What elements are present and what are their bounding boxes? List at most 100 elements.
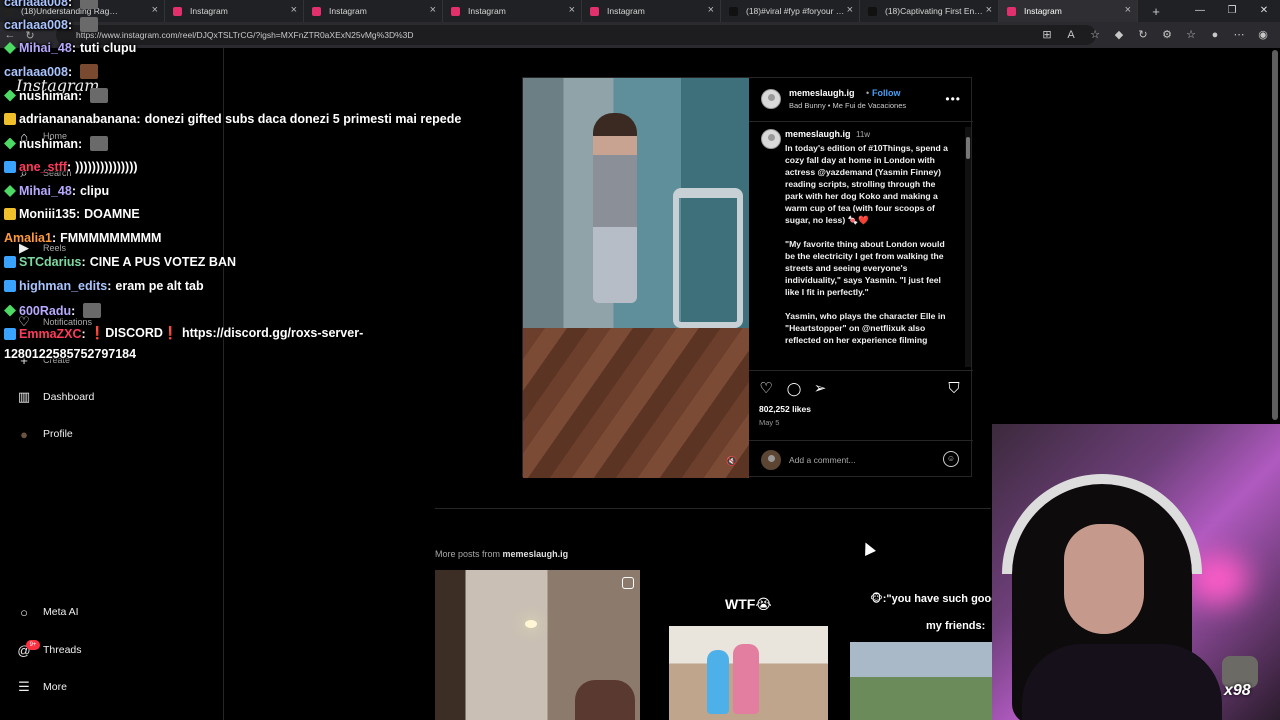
avatar[interactable] xyxy=(761,129,781,149)
mouse-cursor xyxy=(860,540,876,556)
copilot-icon[interactable]: ◉ xyxy=(1256,26,1270,44)
close-icon[interactable]: × xyxy=(986,4,992,16)
close-window-icon[interactable]: ✕ xyxy=(1248,0,1280,22)
tab-title: (18)Captivating First Encou xyxy=(885,6,985,16)
browser-tab[interactable]: Instagram × xyxy=(582,0,721,22)
caption-scrollbar[interactable] xyxy=(965,127,971,367)
menu-icon: ☰ xyxy=(18,679,30,694)
instagram-icon xyxy=(1007,6,1016,16)
heart-icon[interactable]: ♡ xyxy=(757,380,775,398)
close-icon[interactable]: × xyxy=(1125,4,1131,16)
tab-title: (18)Understanding Ragdoll xyxy=(21,6,121,16)
caption-area: memeslaugh.ig 11w In today's edition of … xyxy=(749,123,973,371)
sidebar-item-label: Threads xyxy=(43,644,82,656)
dashboard-icon: ▥ xyxy=(17,389,31,404)
sidebar-item-search[interactable]: ⌕ Search xyxy=(16,163,72,183)
share-icon[interactable]: ➢ xyxy=(811,380,829,398)
post-thumbnail[interactable] xyxy=(435,570,640,720)
mute-icon[interactable]: 🔇 xyxy=(725,454,739,468)
browser-tab-active[interactable]: Instagram × xyxy=(999,0,1138,22)
close-icon[interactable]: × xyxy=(291,4,297,16)
tab-title: Instagram xyxy=(1024,6,1062,16)
profile-avatar-icon[interactable]: ● xyxy=(1208,26,1222,44)
post-actions: ♡ ◯ ➢ ⛉ xyxy=(749,378,973,402)
tab-title: Instagram xyxy=(329,6,367,16)
sidebar-item-create[interactable]: + Create xyxy=(16,350,70,370)
sidebar-item-notifications[interactable]: ♡ Notifications xyxy=(16,312,92,332)
sidebar-item-home[interactable]: ⌂ Home xyxy=(16,126,67,146)
post-thumbnail[interactable]: 🐵:"you have such good my friends: xyxy=(850,570,992,720)
comment-input[interactable] xyxy=(789,453,939,467)
browser-tab[interactable]: (18)Captivating First Encou × xyxy=(860,0,999,22)
meta-ai-icon: ○ xyxy=(20,604,28,620)
profile-avatar-icon: ● xyxy=(20,426,28,442)
sidebar-item-label: Search xyxy=(43,168,72,178)
post-thumbnail[interactable]: WTF😭 xyxy=(669,570,828,720)
emote-combo-count: x98 xyxy=(1224,682,1251,699)
refresh-extension-icon[interactable]: ↻ xyxy=(1136,26,1150,44)
tab-title: Instagram xyxy=(468,6,506,16)
caption-timestamp: 11w xyxy=(856,130,871,139)
back-icon[interactable]: ← xyxy=(0,29,20,41)
instagram-icon xyxy=(451,6,460,16)
follow-button[interactable]: Follow xyxy=(872,88,901,98)
caption-username[interactable]: memeslaugh.ig xyxy=(785,129,851,139)
sidebar-item-more[interactable]: ☰ More xyxy=(16,677,67,697)
new-tab-button[interactable]: + xyxy=(1146,4,1166,19)
sidebar-item-label: Create xyxy=(43,355,71,365)
sidebar-item-reels[interactable]: ▶ Reels xyxy=(16,238,66,258)
menu-icon[interactable]: ⋯ xyxy=(1232,26,1246,44)
minimize-icon[interactable]: — xyxy=(1184,0,1216,22)
post-username[interactable]: memeslaugh.ig xyxy=(789,88,855,98)
reels-icon: ▶ xyxy=(19,240,29,255)
app-icon[interactable]: ⊞ xyxy=(1040,26,1054,44)
close-icon[interactable]: × xyxy=(569,4,575,16)
browser-tab[interactable]: Instagram × xyxy=(443,0,582,22)
browser-tab[interactable]: (18)#viral #fyp #foryour | Ti × xyxy=(721,0,860,22)
favorite-icon[interactable]: ☆ xyxy=(1088,26,1102,44)
heart-icon: ♡ xyxy=(18,314,30,329)
close-icon[interactable]: × xyxy=(152,4,158,16)
sidebar-item-label: Reels xyxy=(43,243,67,253)
browser-tab[interactable]: (18)Understanding Ragdoll × xyxy=(0,0,165,22)
instagram-icon xyxy=(173,6,182,16)
post-header: memeslaugh.ig • Follow Bad Bunny • Me Fu… xyxy=(749,78,973,122)
instagram-logo[interactable]: Instagram xyxy=(16,76,99,95)
tab-title: (18)#viral #fyp #foryour | Ti xyxy=(746,6,846,16)
more-options-icon[interactable]: ••• xyxy=(945,92,961,106)
extension-icon[interactable]: ◆ xyxy=(1112,26,1126,44)
favorites-icon[interactable]: ☆ xyxy=(1184,26,1198,44)
close-icon[interactable]: × xyxy=(430,4,436,16)
avatar[interactable] xyxy=(761,89,781,109)
url-input[interactable] xyxy=(56,25,1096,45)
comment-icon[interactable]: ◯ xyxy=(785,380,803,398)
browser-tab[interactable]: Instagram × xyxy=(304,0,443,22)
close-icon[interactable]: × xyxy=(708,4,714,16)
webcam-overlay: x98 xyxy=(992,424,1280,720)
reel-video[interactable]: 🔇 xyxy=(523,78,749,478)
likes-count[interactable]: 802,252 likes xyxy=(759,404,811,414)
tab-title: Instagram xyxy=(607,6,645,16)
puzzle-icon[interactable]: ⚙ xyxy=(1160,26,1174,44)
sidebar-item-dashboard[interactable]: ▥ Dashboard xyxy=(16,387,95,407)
emoji-icon[interactable]: ☺ xyxy=(943,451,959,467)
window-controls: — ❐ ✕ xyxy=(1184,0,1280,22)
page-scrollbar[interactable] xyxy=(1272,50,1278,420)
reload-icon[interactable]: ↻ xyxy=(20,29,40,42)
read-aloud-icon[interactable]: A xyxy=(1064,26,1078,44)
more-posts-username[interactable]: memeslaugh.ig xyxy=(503,549,569,559)
browser-tab-bar: (18)Understanding Ragdoll × Instagram × … xyxy=(0,0,1280,22)
sidebar-item-label: Meta AI xyxy=(43,606,79,618)
instagram-icon xyxy=(312,6,321,16)
audio-link[interactable]: Bad Bunny • Me Fui de Vacaciones xyxy=(789,101,906,110)
sidebar-item-profile[interactable]: ● Profile xyxy=(16,424,73,444)
address-bar: ← ↻ ⊞ A ☆ ◆ ↻ ⚙ ☆ ● ⋯ ◉ xyxy=(0,22,1280,48)
maximize-icon[interactable]: ❐ xyxy=(1216,0,1248,22)
thumbnail-caption: my friends: xyxy=(926,620,986,632)
instagram-sidebar: Instagram ⌂ Home ⌕ Search ▶ Reels ♡ Noti… xyxy=(0,48,224,720)
sidebar-item-meta-ai[interactable]: ○ Meta AI xyxy=(16,602,79,622)
browser-tab[interactable]: Instagram × xyxy=(165,0,304,22)
bookmark-icon[interactable]: ⛉ xyxy=(945,380,963,398)
home-icon: ⌂ xyxy=(20,128,28,144)
close-icon[interactable]: × xyxy=(847,4,853,16)
